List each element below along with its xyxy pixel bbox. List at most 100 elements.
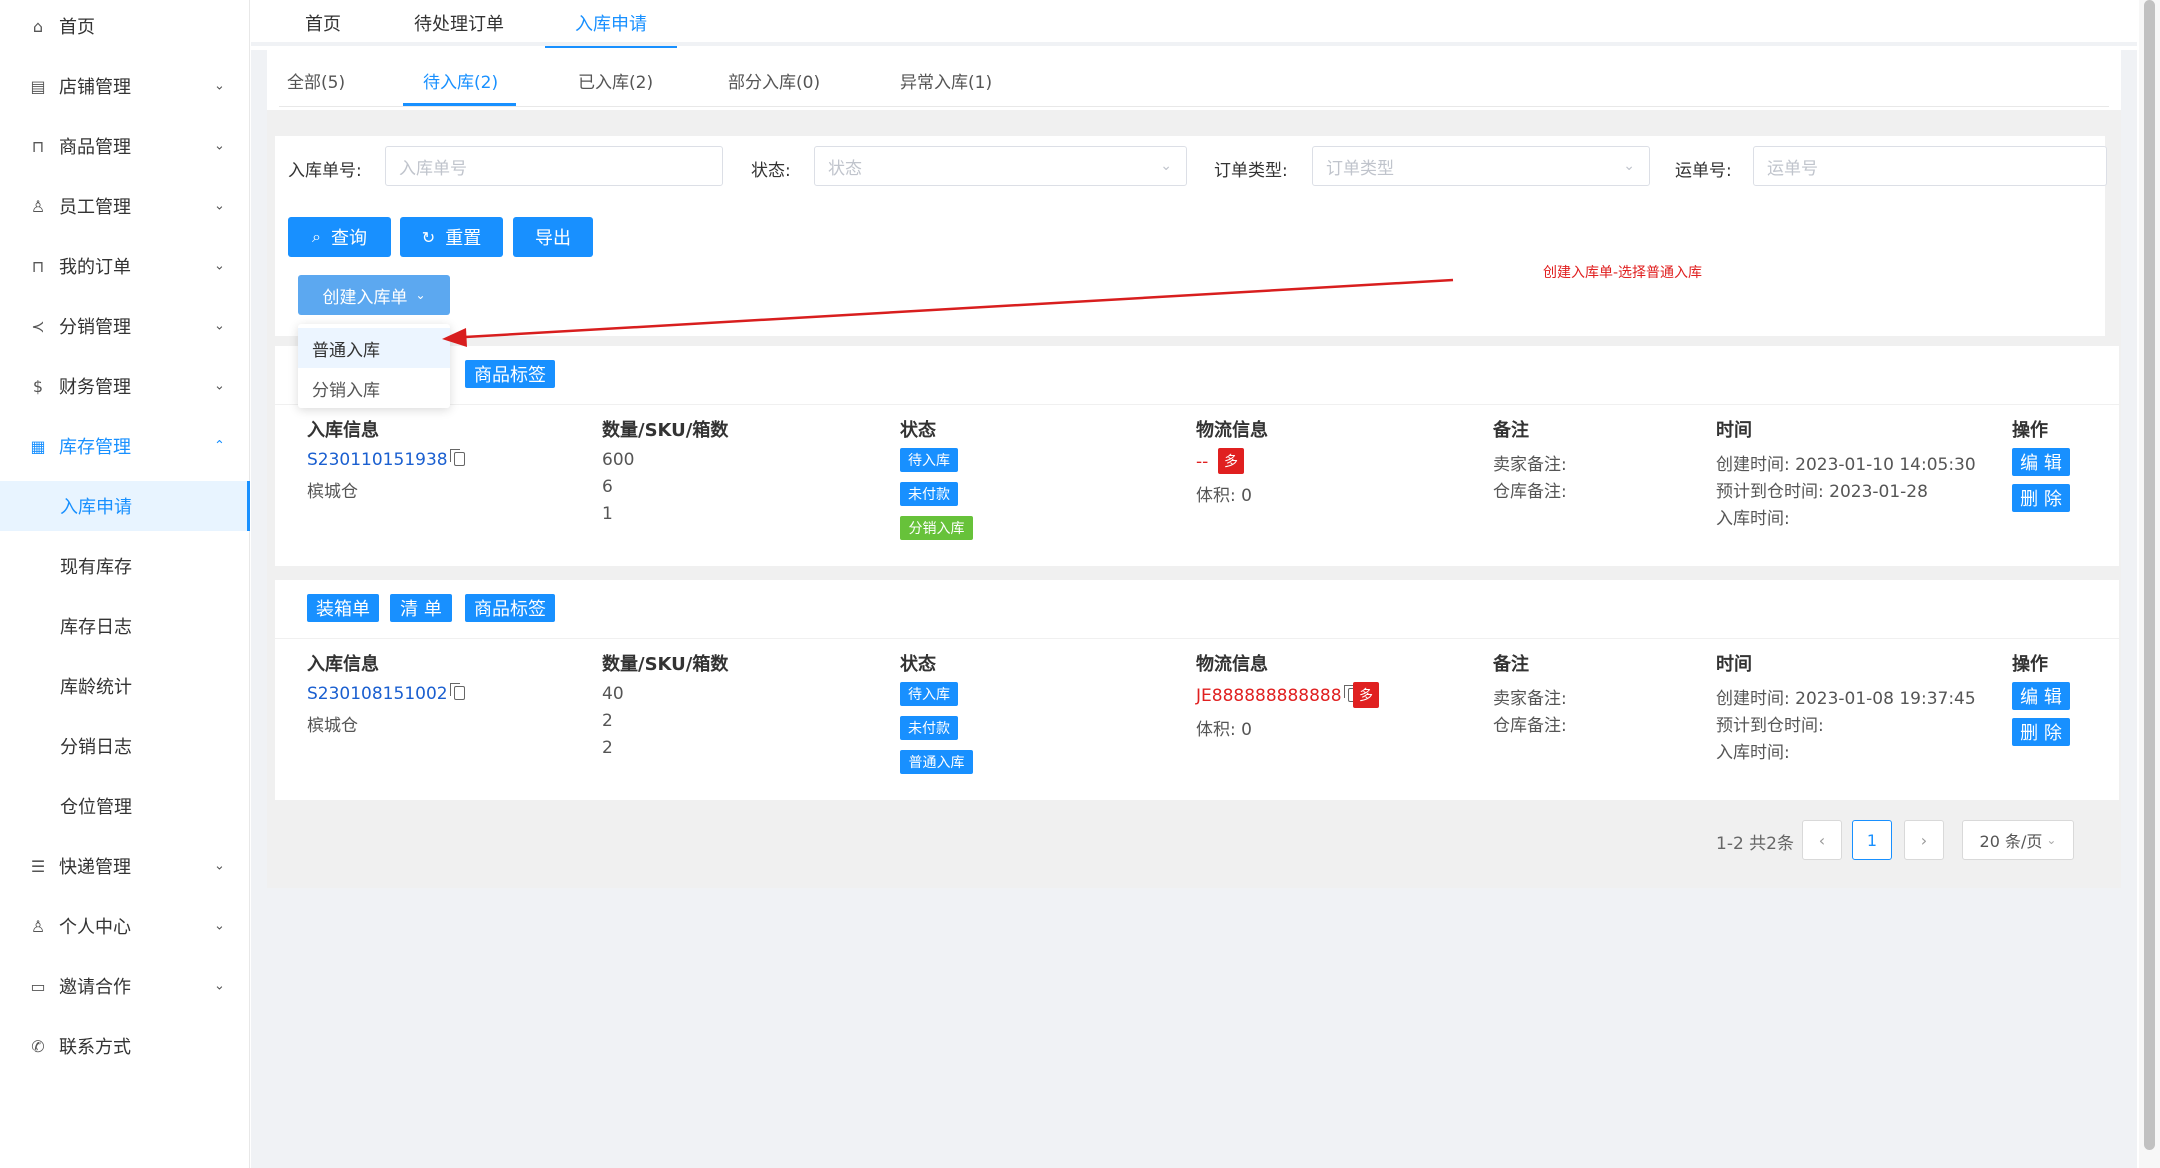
waybill-label: 运单号:: [1675, 161, 1732, 181]
divider: [275, 404, 2119, 405]
sidebar-item-store[interactable]: ▤ 店铺管理 ⌄: [0, 61, 250, 111]
col-header-logistics: 物流信息: [1196, 420, 1268, 441]
sidebar-item-label: 库龄统计: [60, 677, 132, 698]
grid-icon: ▦: [30, 436, 46, 456]
reset-button[interactable]: ↻ 重置: [400, 217, 503, 257]
product-label-button[interactable]: 商品标签: [465, 360, 555, 388]
sidebar: ⌂ 首页 ▤ 店铺管理 ⌄ ⊓ 商品管理 ⌄ ♙ 员工管理 ⌄ ⊓ 我的订单 ⌄…: [0, 0, 250, 1168]
warehouse-note: 仓库备注:: [1493, 482, 1567, 502]
sidebar-item-label: 个人中心: [59, 917, 131, 938]
sidebar-item-inventory[interactable]: ▦ 库存管理 ⌃: [0, 421, 250, 471]
warehouse-name: 槟城仓: [307, 482, 358, 502]
page-scrollbar[interactable]: [2139, 0, 2160, 1168]
tab-partial-inbound[interactable]: 部分入库(0): [728, 68, 820, 93]
tab-inbounded[interactable]: 已入库(2): [578, 68, 653, 93]
tab-home[interactable]: 首页: [305, 0, 341, 46]
menu-item-distribution-inbound[interactable]: 分销入库: [298, 368, 450, 408]
logistics-number: JE888888888888: [1196, 686, 1342, 706]
page-size-select[interactable]: 20 条/页 ⌄: [1962, 820, 2074, 860]
seller-note: 卖家备注:: [1493, 689, 1567, 709]
inbound-no-input[interactable]: 入库单号: [385, 146, 723, 186]
laptop-icon: ▭: [30, 976, 46, 996]
chevron-up-icon: ⌃: [214, 438, 225, 454]
waybill-input[interactable]: 运单号: [1753, 146, 2107, 186]
create-inbound-button[interactable]: 创建入库单 ⌄: [298, 275, 450, 315]
status-label: 状态:: [751, 161, 791, 181]
boxes-value: 1: [602, 504, 613, 524]
quantity-value: 40: [602, 684, 624, 704]
sidebar-item-home[interactable]: ⌂ 首页: [0, 1, 250, 51]
users-icon: ♙: [30, 196, 46, 216]
sidebar-item-label: 库存日志: [60, 617, 132, 638]
logistics-number: --: [1196, 452, 1209, 472]
sidebar-item-contact[interactable]: ✆ 联系方式: [0, 1021, 250, 1071]
delete-button[interactable]: 删 除: [2012, 484, 2070, 512]
logistics-number-link[interactable]: JE888888888888: [1196, 685, 1359, 706]
col-header-status: 状态: [900, 420, 936, 441]
next-page-button[interactable]: ›: [1904, 820, 1944, 860]
tab-pending-orders[interactable]: 待处理订单: [414, 0, 504, 46]
sidebar-item-invite[interactable]: ▭ 邀请合作 ⌄: [0, 961, 250, 1011]
reset-button-label: 重置: [445, 228, 482, 249]
copy-icon[interactable]: [449, 683, 465, 700]
col-header-time: 时间: [1716, 420, 1752, 441]
col-header-actions: 操作: [2012, 654, 2048, 675]
chevron-down-icon: ⌄: [214, 138, 225, 154]
export-button[interactable]: 导出: [513, 217, 593, 257]
tab-all[interactable]: 全部(5): [287, 68, 345, 93]
warehouse-note: 仓库备注:: [1493, 716, 1567, 736]
sidebar-item-distribution[interactable]: ≺ 分销管理 ⌄: [0, 301, 250, 351]
seller-note: 卖家备注:: [1493, 455, 1567, 475]
order-type-select[interactable]: 订单类型 ⌄: [1312, 146, 1650, 186]
store-icon: ▤: [30, 76, 46, 96]
tab-inbound-request[interactable]: 入库申请: [545, 0, 677, 48]
status-select[interactable]: 状态 ⌄: [814, 146, 1187, 186]
sidebar-item-orders[interactable]: ⊓ 我的订单 ⌄: [0, 241, 250, 291]
sidebar-item-inbound-request[interactable]: 入库申请: [0, 481, 250, 531]
active-tab-indicator: [403, 103, 516, 106]
sidebar-item-distribution-log[interactable]: 分销日志: [0, 721, 250, 771]
sidebar-item-bin-management[interactable]: 仓位管理: [0, 781, 250, 831]
sidebar-item-label: 邀请合作: [59, 977, 131, 998]
status-badge: 待入库: [900, 448, 958, 472]
page-number-button[interactable]: 1: [1852, 820, 1892, 860]
scrollbar-thumb[interactable]: [2144, 0, 2155, 1150]
sidebar-item-profile[interactable]: ♙ 个人中心 ⌄: [0, 901, 250, 951]
tab-pending-inbound[interactable]: 待入库(2): [423, 68, 498, 93]
col-header-inbound-info: 入库信息: [307, 654, 379, 675]
status-badge: 未付款: [900, 482, 958, 506]
prev-page-button[interactable]: ‹: [1802, 820, 1842, 860]
order-number-link[interactable]: S230108151002: [307, 683, 465, 704]
query-button[interactable]: ⌕ 查询: [288, 217, 391, 257]
packing-list-button[interactable]: 装箱单: [307, 594, 379, 622]
order-number: S230110151938: [307, 450, 448, 470]
edit-button[interactable]: 编 辑: [2012, 448, 2070, 476]
menu-item-normal-inbound[interactable]: 普通入库: [298, 328, 450, 368]
record-card: 装箱单 清 单 商品标签 入库信息 数量/SKU/箱数 状态 物流信息 备注 时…: [275, 580, 2119, 800]
status-badge: 待入库: [900, 682, 958, 706]
sidebar-item-stock-age[interactable]: 库龄统计: [0, 661, 250, 711]
chevron-down-icon: ⌄: [214, 858, 225, 874]
create-inbound-label: 创建入库单: [322, 287, 408, 308]
created-time: 创建时间: 2023-01-10 14:05:30: [1716, 455, 1976, 475]
tab-abnormal-inbound[interactable]: 异常入库(1): [900, 68, 992, 93]
inbound-time: 入库时间:: [1716, 509, 1790, 529]
product-label-button[interactable]: 商品标签: [465, 594, 555, 622]
record-card: 商品标签 入库信息 数量/SKU/箱数 状态 物流信息 备注 时间 操作 S23…: [275, 346, 2119, 566]
sidebar-item-stock-log[interactable]: 库存日志: [0, 601, 250, 651]
divider: [275, 638, 2119, 639]
edit-button[interactable]: 编 辑: [2012, 682, 2070, 710]
delete-button[interactable]: 删 除: [2012, 718, 2070, 746]
chevron-left-icon: ‹: [1818, 830, 1826, 850]
chevron-down-icon: ⌄: [214, 318, 225, 334]
manifest-button[interactable]: 清 单: [390, 594, 452, 622]
sidebar-item-products[interactable]: ⊓ 商品管理 ⌄: [0, 121, 250, 171]
list-icon: ☰: [30, 856, 46, 876]
order-number-link[interactable]: S230110151938: [307, 449, 465, 470]
sidebar-item-staff[interactable]: ♙ 员工管理 ⌄: [0, 181, 250, 231]
sidebar-item-express[interactable]: ☰ 快递管理 ⌄: [0, 841, 250, 891]
sidebar-item-finance[interactable]: $ 财务管理 ⌄: [0, 361, 250, 411]
search-icon: ⌕: [312, 227, 321, 246]
copy-icon[interactable]: [449, 449, 465, 466]
sidebar-item-current-stock[interactable]: 现有库存: [0, 541, 250, 591]
